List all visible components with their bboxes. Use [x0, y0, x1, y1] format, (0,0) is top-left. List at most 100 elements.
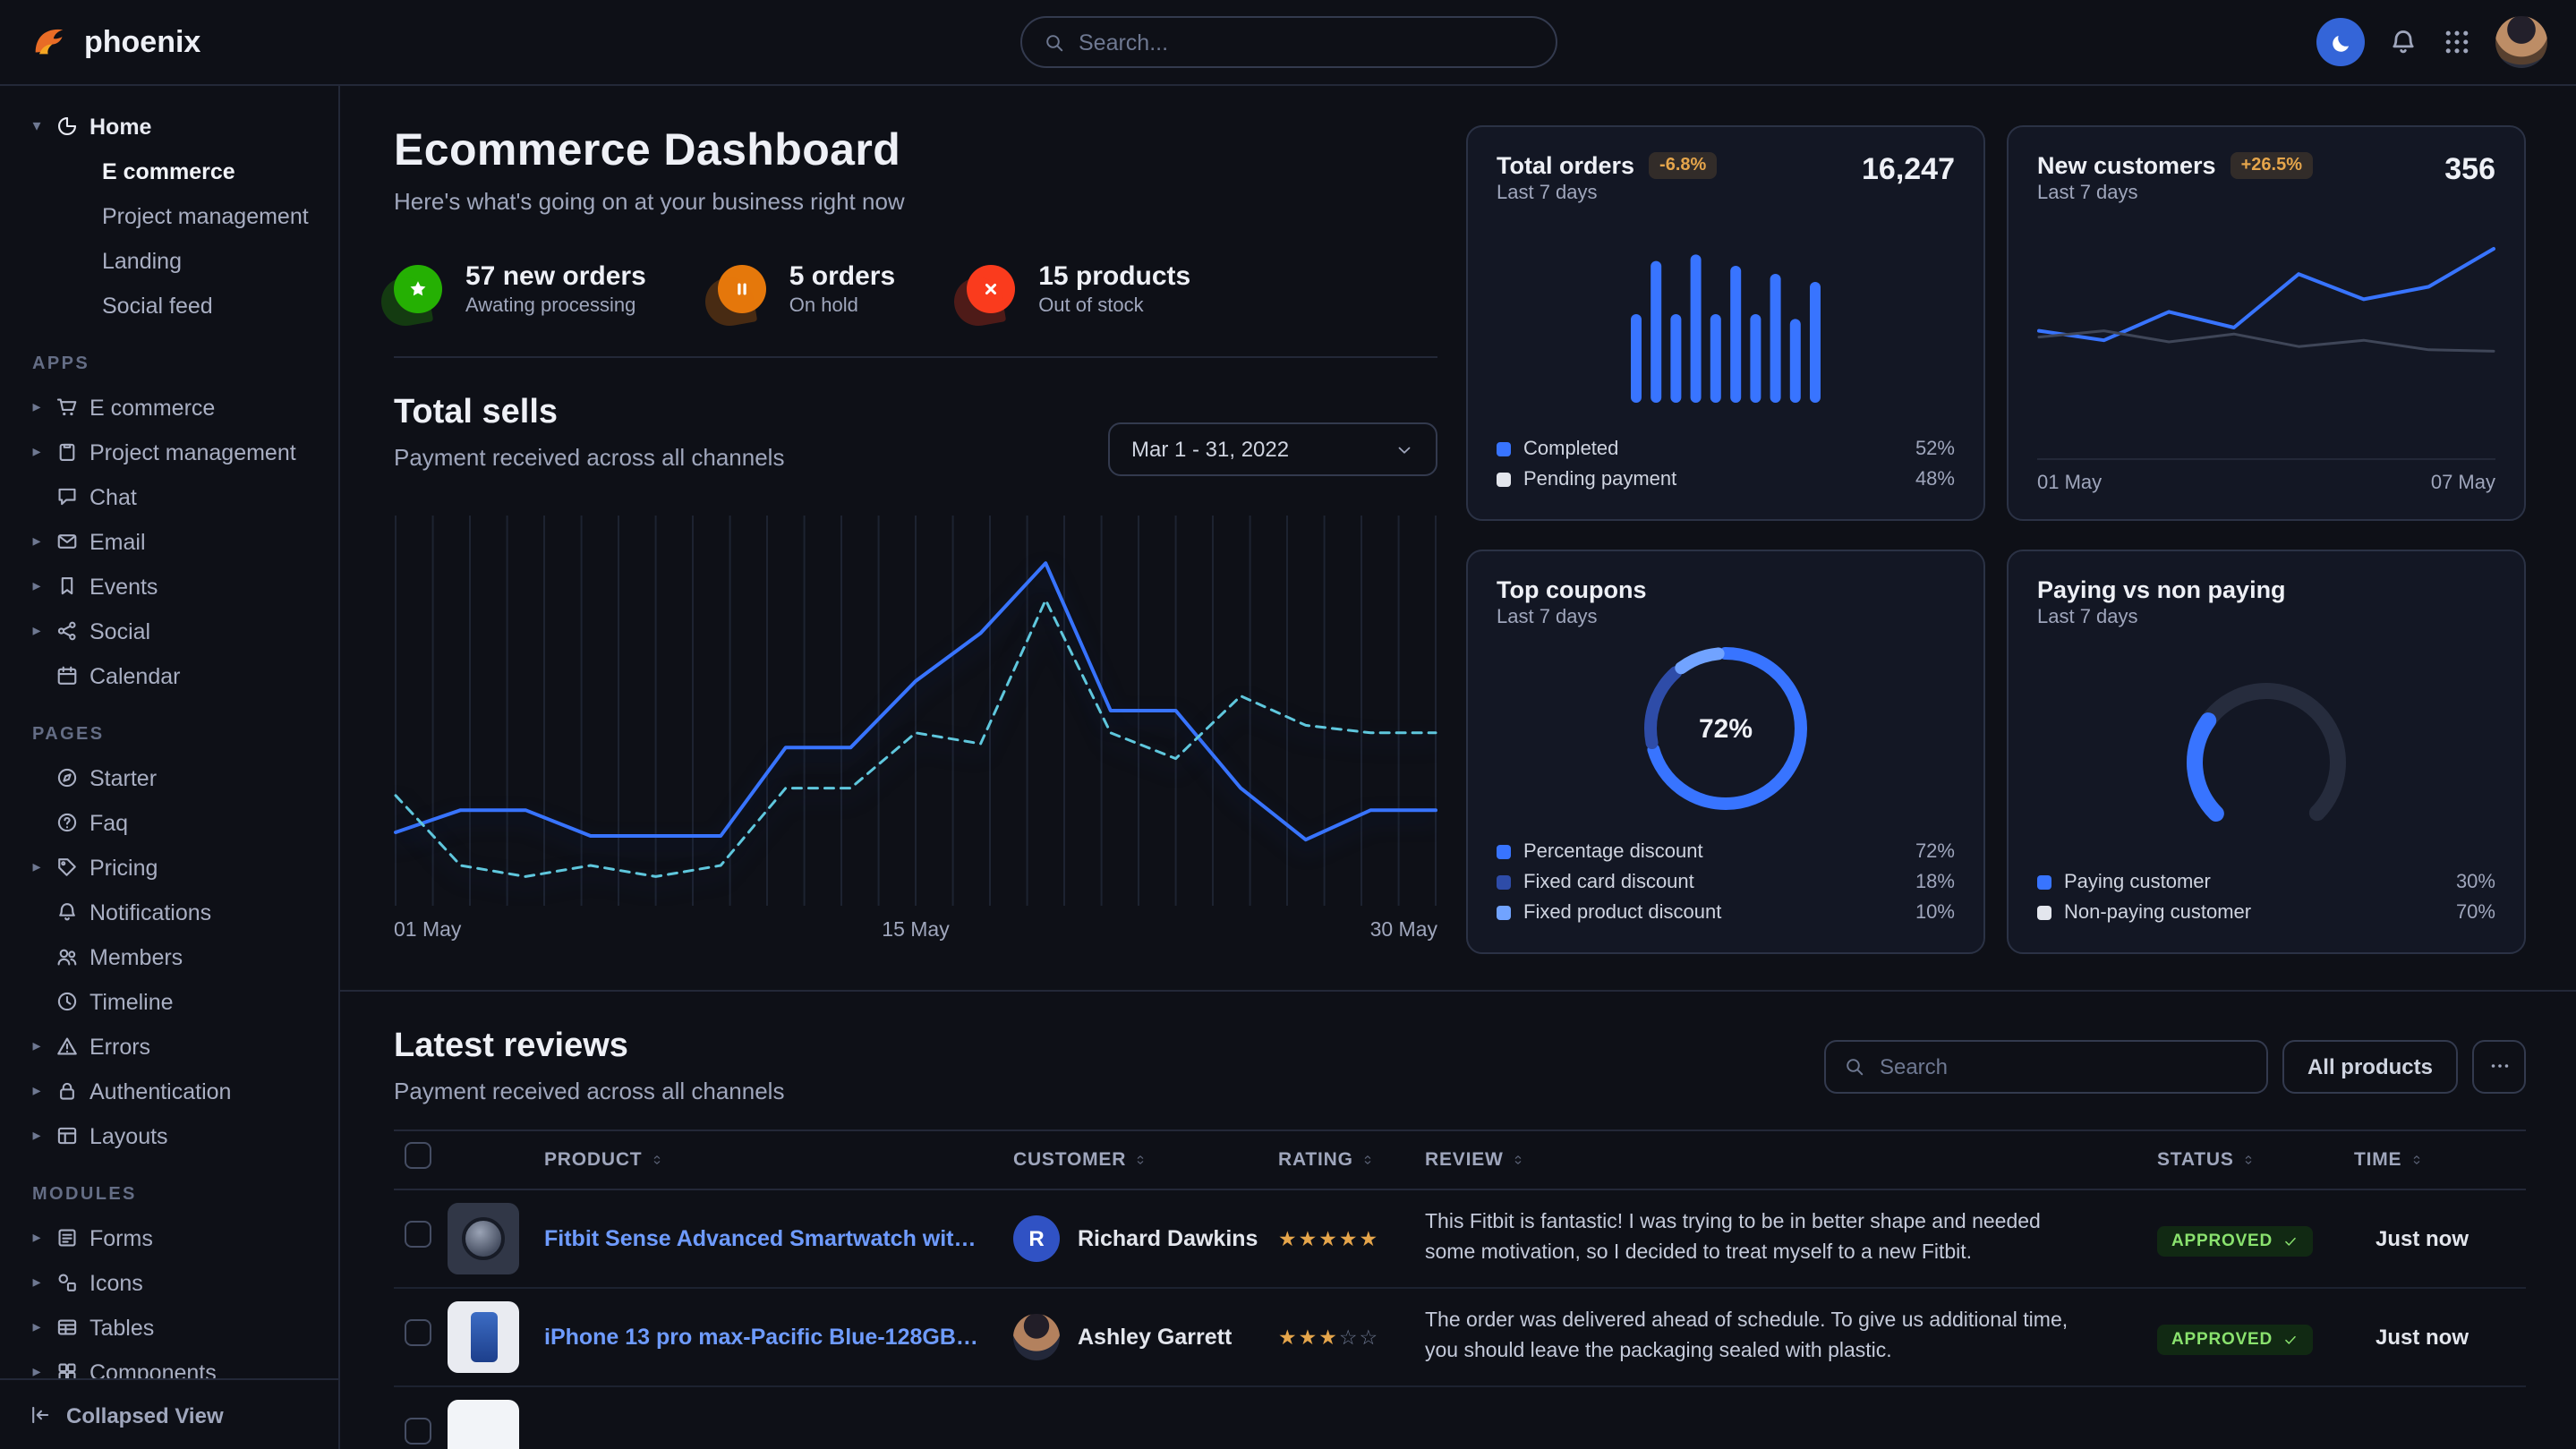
sidebar-item-tables[interactable]: ▸ Tables [18, 1305, 324, 1350]
total-orders-card: Total orders -6.8% Last 7 days 16,247 Co… [1466, 125, 1985, 521]
paying-vs-nonpaying-card: Paying vs non paying Last 7 days Paying … [2007, 550, 2526, 954]
chevron-down-icon [1395, 439, 1414, 459]
product-link[interactable]: iPhone 13 pro max-Pacific Blue-128GB sto… [544, 1325, 1013, 1350]
card-title: Top coupons [1497, 576, 1647, 603]
sidebar-item-landing[interactable]: Landing [18, 238, 324, 283]
dashboard-left-column: Ecommerce Dashboard Here's what's going … [394, 125, 1437, 954]
sidebar-item-home[interactable]: ▾ Home [18, 104, 324, 149]
chat-icon [55, 485, 79, 508]
stat-on-hold: 5 orders On hold [718, 261, 895, 317]
theme-toggle-button[interactable] [2316, 18, 2365, 66]
sidebar-item-email[interactable]: ▸ Email [18, 519, 324, 564]
sidebar-item-social[interactable]: ▸ Social [18, 609, 324, 653]
caret-right-icon: ▸ [29, 1317, 45, 1337]
stat-value: 57 new orders [465, 261, 646, 292]
sidebar-item-label: Timeline [90, 989, 174, 1014]
sidebar-item-events[interactable]: ▸ Events [18, 564, 324, 609]
brand-name: phoenix [84, 24, 200, 60]
sidebar-item-timeline[interactable]: Timeline [18, 979, 324, 1024]
sidebar-item-members[interactable]: Members [18, 934, 324, 979]
sidebar-item-project-management[interactable]: ▸ Project management [18, 430, 324, 474]
sidebar-item-project-management[interactable]: Project management [18, 193, 324, 238]
collapse-icon [29, 1403, 52, 1427]
sidebar-section-pages: PAGES [32, 725, 324, 745]
legend-item-paying-customer: Paying customer 30% [2037, 866, 2495, 897]
sidebar-item-chat[interactable]: Chat [18, 474, 324, 519]
customer-name: Richard Dawkins [1078, 1226, 1258, 1251]
check-icon [2282, 1232, 2298, 1249]
column-header-time[interactable]: TIME [2354, 1149, 2526, 1171]
sidebar-item-label: E commerce [90, 395, 215, 420]
bookmark-icon [55, 575, 79, 598]
sidebar-item-notifications[interactable]: Notifications [18, 890, 324, 934]
collapsed-view-toggle[interactable]: Collapsed View [0, 1378, 338, 1449]
legend-label: Paying customer [2064, 871, 2211, 892]
row-checkbox[interactable] [405, 1418, 431, 1445]
column-header-product[interactable]: PRODUCT [544, 1149, 1013, 1171]
navbar-search[interactable] [1019, 16, 1557, 68]
sidebar-item-social-feed[interactable]: Social feed [18, 283, 324, 328]
rating-stars: ★★★★★ [1278, 1226, 1425, 1251]
reviews-search[interactable] [1824, 1039, 2268, 1093]
sidebar-item-faq[interactable]: Faq [18, 800, 324, 845]
sidebar-item-label: Calendar [90, 663, 180, 688]
envelope-icon [55, 530, 79, 553]
sidebar-item-layouts[interactable]: ▸ Layouts [18, 1113, 324, 1158]
sidebar-item-forms[interactable]: ▸ Forms [18, 1215, 324, 1260]
sidebar-item-label: Chat [90, 484, 137, 509]
product-thumbnail [448, 1203, 519, 1274]
tag-icon [55, 856, 79, 879]
legend-value: 72% [1915, 840, 1955, 862]
sidebar-item-label: Email [90, 529, 146, 554]
sidebar-item-icons[interactable]: ▸ Icons [18, 1260, 324, 1305]
caret-down-icon: ▾ [29, 116, 45, 136]
caret-right-icon: ▸ [29, 621, 45, 641]
page-subtitle: Here's what's going on at your business … [394, 188, 1437, 215]
moon-icon [2328, 30, 2353, 55]
latest-reviews-section: Latest reviews Payment received across a… [340, 990, 2576, 1449]
brand-logo[interactable]: phoenix [29, 21, 200, 63]
stat-value: 5 orders [789, 261, 895, 292]
caret-right-icon: ▸ [29, 442, 45, 462]
column-header-customer[interactable]: CUSTOMER [1013, 1149, 1278, 1171]
user-avatar[interactable] [2495, 16, 2547, 68]
review-time: Just now [2354, 1325, 2526, 1350]
select-all-checkbox[interactable] [405, 1142, 431, 1169]
navbar-search-input[interactable] [1079, 30, 1533, 55]
apps-grid-button[interactable] [2442, 27, 2472, 57]
page-title: Ecommerce Dashboard [394, 125, 1437, 177]
legend-swatch [1497, 905, 1511, 919]
sidebar-item-pricing[interactable]: ▸ Pricing [18, 845, 324, 890]
sidebar-item-calendar[interactable]: Calendar [18, 653, 324, 698]
more-options-button[interactable] [2472, 1039, 2526, 1093]
sidebar-item-errors[interactable]: ▸ Errors [18, 1024, 324, 1069]
sidebar-item-label: Pricing [90, 855, 158, 880]
caret-right-icon: ▸ [29, 576, 45, 596]
table-header-row: PRODUCT CUSTOMER RATING REVIEW STATUS TI… [394, 1129, 2526, 1190]
row-checkbox[interactable] [405, 1319, 431, 1346]
sidebar-item-e-commerce[interactable]: E commerce [18, 149, 324, 193]
date-range-select[interactable]: Mar 1 - 31, 2022 [1108, 422, 1437, 476]
sidebar-item-label: Faq [90, 810, 128, 835]
ellipsis-icon [2487, 1054, 2511, 1078]
column-header-rating[interactable]: RATING [1278, 1149, 1425, 1171]
notifications-button[interactable] [2388, 27, 2418, 57]
x-tick: 07 May [2431, 473, 2495, 494]
sidebar-item-label: Starter [90, 765, 157, 790]
sidebar-item-label: Social [90, 618, 150, 644]
legend-value: 48% [1915, 468, 1955, 490]
caret-right-icon: ▸ [29, 532, 45, 551]
all-products-button[interactable]: All products [2282, 1039, 2458, 1093]
grid-icon [2442, 27, 2472, 57]
sidebar-item-authentication[interactable]: ▸ Authentication [18, 1069, 324, 1113]
sidebar: ▾ HomeE commerceProject managementLandin… [0, 86, 340, 1449]
row-checkbox[interactable] [405, 1221, 431, 1248]
caret-right-icon: ▸ [29, 1228, 45, 1248]
column-header-review[interactable]: REVIEW [1425, 1149, 2157, 1171]
sidebar-item-starter[interactable]: Starter [18, 755, 324, 800]
product-link[interactable]: Fitbit Sense Advanced Smartwatch with To… [544, 1226, 1013, 1251]
reviews-search-input[interactable] [1880, 1053, 2248, 1078]
sidebar-item-e-commerce[interactable]: ▸ E commerce [18, 385, 324, 430]
column-header-status[interactable]: STATUS [2157, 1149, 2354, 1171]
stat-caption: On hold [789, 295, 895, 317]
